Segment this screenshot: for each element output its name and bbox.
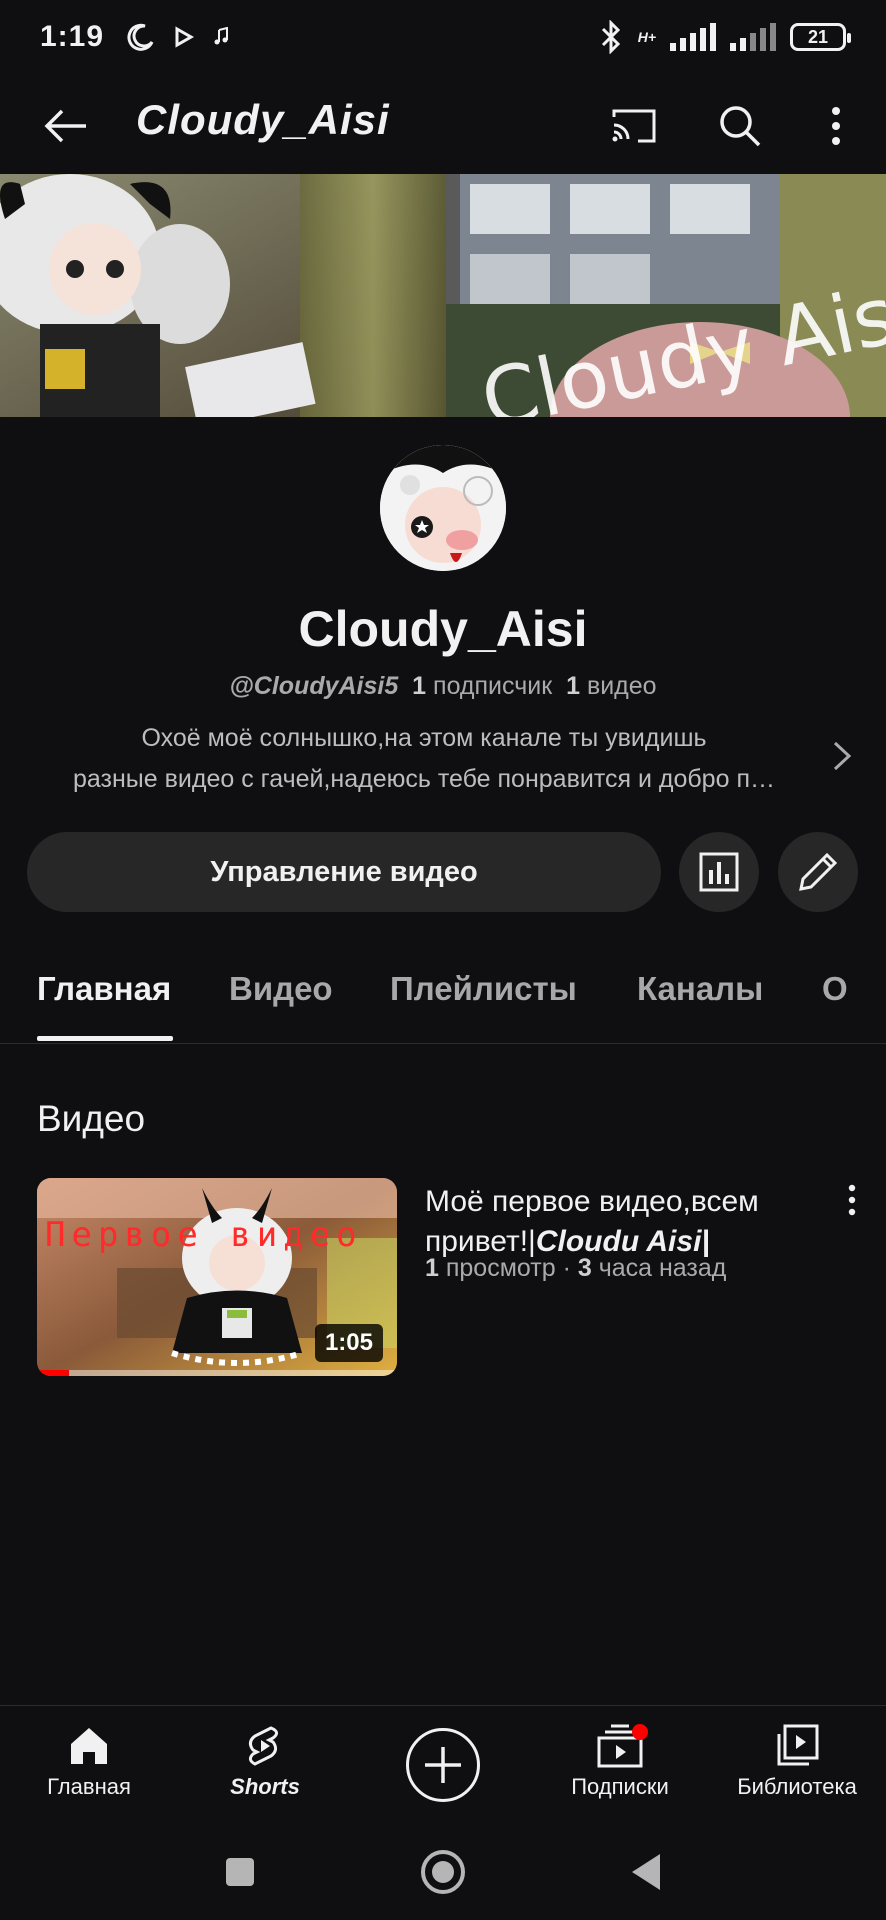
more-vert-icon xyxy=(832,107,840,145)
upload-age-label: часа назад xyxy=(598,1254,727,1282)
back-system-button[interactable] xyxy=(621,1847,671,1897)
circle-home-icon xyxy=(421,1850,465,1894)
edit-pencil-icon xyxy=(799,852,838,891)
back-arrow-icon xyxy=(44,109,86,143)
video-count-label: видео xyxy=(586,672,657,700)
subscriptions-notification-dot xyxy=(632,1724,648,1740)
subscriber-count: 1 xyxy=(412,672,427,700)
channel-handle: @CloudyAisi5 xyxy=(229,672,399,700)
tab-playlists[interactable]: Плейлисты xyxy=(390,970,577,1008)
nav-home[interactable]: Главная xyxy=(4,1724,174,1800)
edit-channel-button[interactable] xyxy=(778,832,858,912)
view-label: просмотр xyxy=(445,1254,556,1282)
video-list-item[interactable]: Первое видео 1:05 Моё первое видео,всем … xyxy=(37,1178,867,1378)
more-options-button[interactable] xyxy=(808,98,864,154)
watch-progress-fill xyxy=(37,1370,70,1376)
battery-level: 21 xyxy=(807,26,829,47)
subscriber-label: подписчик xyxy=(433,672,553,700)
home-icon xyxy=(71,1728,107,1764)
chevron-right-icon xyxy=(833,741,852,771)
section-title: Видео xyxy=(37,1098,146,1139)
nav-subscriptions-label: Подписки xyxy=(571,1774,669,1799)
banner-artwork: Cloudy Aisi xyxy=(0,174,886,417)
shorts-icon xyxy=(248,1726,278,1766)
status-right-icons: H+ 21 xyxy=(598,20,851,54)
square-icon xyxy=(226,1858,254,1886)
tab-videos[interactable]: Видео xyxy=(229,970,333,1008)
battery-indicator: 21 xyxy=(790,23,851,51)
video-duration: 1:05 xyxy=(314,1324,383,1362)
nav-shorts[interactable]: Shorts xyxy=(180,1724,350,1800)
channel-description[interactable]: Охоё моё солнышко,на этом канале ты увид… xyxy=(24,718,824,800)
create-button[interactable] xyxy=(406,1728,480,1802)
tab-about[interactable]: О xyxy=(822,970,848,1008)
system-navigation-bar xyxy=(0,1825,886,1920)
page-title: Cloudy_Aisi xyxy=(136,96,390,143)
app-bar: Cloudy_Aisi xyxy=(0,80,886,172)
status-time: 1:19 xyxy=(40,20,105,53)
signal-2-icon xyxy=(730,23,776,51)
tab-home[interactable]: Главная xyxy=(37,970,171,1008)
watch-progress-track xyxy=(37,1370,397,1376)
network-type-label: H+ xyxy=(637,29,656,45)
nav-library-label: Библиотека xyxy=(737,1774,857,1799)
nav-home-label: Главная xyxy=(47,1774,131,1799)
search-button[interactable] xyxy=(712,98,768,154)
manage-videos-button[interactable]: Управление видео xyxy=(27,832,661,912)
create-plus-icon xyxy=(425,1747,461,1783)
nav-library[interactable]: Библиотека xyxy=(712,1724,882,1800)
description-line-1: Охоё моё солнышко,на этом канале ты увид… xyxy=(141,724,707,752)
channel-banner: Cloudy Aisi xyxy=(0,174,886,417)
thumbnail-text: Первое видео xyxy=(45,1215,363,1255)
search-icon xyxy=(720,106,761,147)
meta-separator: · xyxy=(562,1254,571,1282)
upload-age-count: 3 xyxy=(577,1254,592,1282)
more-vert-icon xyxy=(848,1184,856,1216)
back-button[interactable] xyxy=(38,98,94,154)
play-store-icon xyxy=(175,26,195,48)
avatar-image xyxy=(380,445,506,571)
video-count: 1 xyxy=(566,672,580,700)
library-icon xyxy=(777,1724,819,1766)
bottom-navigation: Главная Shorts Подписки Библиотека xyxy=(0,1705,886,1825)
status-left-icons xyxy=(125,22,229,52)
view-count: 1 xyxy=(425,1254,439,1282)
video-title[interactable]: Моё первое видео,всем привет!|Cloudu Ais… xyxy=(425,1182,815,1262)
tab-active-indicator xyxy=(37,1036,173,1041)
channel-tabs: Главная Видео Плейлисты Каналы О xyxy=(0,950,886,1044)
cast-button[interactable] xyxy=(606,98,662,154)
home-system-button[interactable] xyxy=(418,1847,468,1897)
nav-subscriptions[interactable]: Подписки xyxy=(535,1724,705,1800)
bluetooth-icon xyxy=(601,20,620,54)
status-bar: 1:19 H+ 21 xyxy=(0,0,886,80)
triangle-back-icon xyxy=(632,1854,660,1890)
analytics-button[interactable] xyxy=(679,832,759,912)
description-line-2: разные видео с гачей,надеюсь тебе понрав… xyxy=(73,765,775,793)
channel-meta: @CloudyAisi5 1 подписчик 1 видео xyxy=(0,672,886,701)
cast-icon xyxy=(612,109,656,143)
video-thumbnail[interactable]: Первое видео 1:05 xyxy=(37,1178,397,1376)
signal-icon xyxy=(670,23,716,51)
video-meta: 1 просмотр · 3 часа назад xyxy=(425,1254,726,1283)
description-expand-button[interactable] xyxy=(822,736,862,776)
moon-icon xyxy=(127,23,154,51)
channel-avatar[interactable] xyxy=(380,445,506,571)
video-more-button[interactable] xyxy=(837,1178,867,1222)
recent-apps-button[interactable] xyxy=(215,1847,265,1897)
nav-shorts-label: Shorts xyxy=(230,1774,300,1799)
analytics-icon xyxy=(699,852,739,892)
music-note-icon xyxy=(214,27,228,45)
tab-channels[interactable]: Каналы xyxy=(637,970,763,1008)
channel-name: Cloudy_Aisi xyxy=(298,601,588,657)
